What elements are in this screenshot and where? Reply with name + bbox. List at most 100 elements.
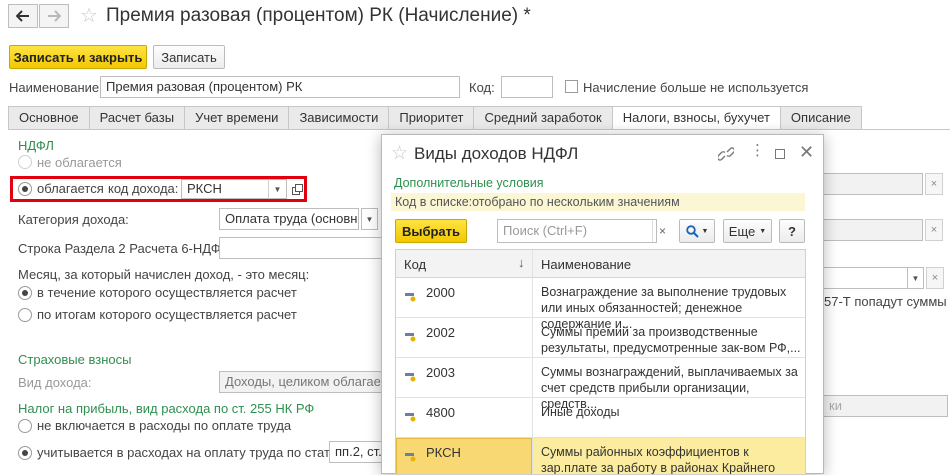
income-types-table: Код ↓ Наименование 2000 Вознаграждение з… (395, 249, 806, 475)
right-field-2[interactable] (823, 219, 923, 241)
dialog-title: Виды доходов НДФЛ (414, 144, 579, 163)
save-button[interactable]: Записать (153, 45, 225, 69)
column-separator (532, 250, 533, 277)
dialog-more-menu[interactable]: ⋮ (750, 142, 765, 159)
tab-base-calc[interactable]: Расчет базы (88, 106, 186, 130)
close-dialog-button[interactable]: ✕ (799, 142, 814, 163)
chevron-down-icon: ▼ (911, 273, 920, 283)
arrow-right-icon (48, 10, 61, 22)
not-taxed-label: не облагается (37, 155, 122, 170)
link-icon (716, 147, 736, 161)
not-taxed-radio[interactable] (18, 155, 32, 169)
income-code-dropdown[interactable]: ▼ (268, 179, 286, 199)
search-button[interactable]: ▼ (679, 219, 715, 243)
right-field-1-clear[interactable]: × (925, 173, 943, 195)
profit-not-included-radio[interactable] (18, 419, 32, 433)
name-input[interactable]: Премия разовая (процентом) РК (100, 76, 460, 98)
open-window-icon (291, 183, 303, 195)
table-row[interactable]: 2002 Суммы премий за производственные ре… (396, 318, 805, 358)
taxed-label: облагается (37, 181, 104, 196)
table-header: Код ↓ Наименование (396, 250, 805, 278)
column-separator (532, 278, 533, 317)
column-header-code[interactable]: Код (404, 257, 426, 272)
table-row-selected[interactable]: РКСН Суммы районных коэффициентов к зар.… (396, 438, 805, 475)
open-code-button[interactable] (289, 180, 305, 198)
extra-conditions-label: Дополнительные условия (394, 176, 544, 190)
filter-info-bar[interactable]: Код в списке:отобрано по нескольким знач… (391, 193, 805, 211)
insurance-income-type-label: Вид дохода: (18, 375, 92, 390)
close-icon: × (930, 224, 938, 236)
row-code: 4800 (426, 405, 455, 420)
profit-included-label: учитывается в расходах на оплату труда п… (37, 445, 348, 460)
help-button[interactable]: ? (779, 219, 805, 243)
tab-average-earnings[interactable]: Средний заработок (473, 106, 613, 130)
report-line-input[interactable] (219, 237, 384, 259)
vertical-dots-icon: ⋮ (750, 142, 765, 159)
tab-description[interactable]: Описание (779, 106, 862, 130)
code-label: Код: (469, 80, 495, 95)
tab-dependencies[interactable]: Зависимости (288, 106, 390, 130)
forward-button[interactable] (39, 4, 69, 28)
column-separator (532, 318, 533, 357)
maximize-button[interactable] (775, 149, 785, 159)
column-header-name[interactable]: Наименование (541, 257, 631, 272)
profit-article-input[interactable]: пп.2, ст.25 (329, 441, 384, 463)
catalog-item-icon (405, 333, 416, 342)
save-and-close-button[interactable]: Записать и закрыть (9, 45, 147, 69)
row-name: Иные доходы (541, 405, 620, 419)
income-code-label: код дохода: (108, 181, 179, 196)
taxed-radio[interactable] (18, 182, 32, 196)
tab-bar: Основное Расчет базы Учет времени Зависи… (8, 106, 862, 130)
search-input[interactable]: Поиск (Ctrl+F) (497, 219, 657, 243)
table-row[interactable]: 2003 Суммы вознаграждений, выплачиваемых… (396, 358, 805, 411)
link-button[interactable] (716, 147, 736, 164)
more-button-label: Еще (728, 223, 756, 239)
row-name: Суммы премий за производственные результ… (541, 325, 801, 355)
tab-divider (8, 129, 950, 130)
table-row[interactable]: 2000 Вознаграждение за выполнение трудов… (396, 278, 805, 331)
table-row[interactable]: 4800 Иные доходы (396, 398, 805, 438)
row-code: РКСН (426, 445, 461, 460)
back-button[interactable] (8, 4, 38, 28)
tab-time-accounting[interactable]: Учет времени (184, 106, 290, 130)
right-field-4[interactable]: ки (823, 395, 948, 417)
right-field-3[interactable] (823, 267, 908, 289)
row-code: 2000 (426, 285, 455, 300)
right-note-text: 57-Т попадут суммы (824, 294, 947, 309)
arrow-left-icon (16, 10, 29, 22)
tab-main[interactable]: Основное (8, 106, 90, 130)
sort-down-arrow-icon[interactable]: ↓ (518, 255, 525, 270)
tab-taxes[interactable]: Налоги, взносы, бухучет (611, 106, 781, 130)
month-option-current-radio[interactable] (18, 286, 32, 300)
profit-tax-section-title: Налог на прибыль, вид расхода по ст. 255… (18, 401, 315, 416)
ndfl-section-title: НДФЛ (18, 138, 54, 153)
code-input[interactable] (501, 76, 553, 98)
close-icon: ✕ (799, 142, 815, 162)
chevron-down-icon: ▼ (759, 227, 767, 235)
column-separator (532, 398, 533, 437)
right-field-3-clear[interactable]: × (926, 267, 944, 289)
column-separator (532, 358, 533, 397)
right-field-1[interactable] (823, 173, 923, 195)
insurance-income-type-input[interactable]: Доходы, целиком облагаемы (219, 371, 384, 393)
dialog-favorite-star-icon[interactable]: ☆ (391, 142, 408, 165)
profit-included-radio[interactable] (18, 446, 32, 460)
no-longer-used-label: Начисление больше не используется (583, 80, 809, 95)
no-longer-used-checkbox[interactable] (565, 80, 578, 93)
row-name: Суммы районных коэффициентов к зар.плате… (541, 445, 776, 475)
search-clear-button[interactable]: × (652, 220, 672, 242)
month-option-result-radio[interactable] (18, 308, 32, 322)
category-input[interactable]: Оплата труда (основная (219, 208, 359, 230)
right-field-2-clear[interactable]: × (925, 219, 943, 241)
select-button[interactable]: Выбрать (395, 219, 467, 243)
report-line-label: Строка Раздела 2 Расчета 6-НДФЛ: (18, 241, 233, 256)
right-field-3-dropdown[interactable]: ▼ (907, 267, 924, 289)
page-title: Премия разовая (процентом) РК (Начислени… (106, 5, 531, 26)
more-button[interactable]: Еще ▼ (723, 219, 772, 243)
tab-priority[interactable]: Приоритет (388, 106, 475, 130)
close-icon: × (931, 272, 939, 284)
favorite-star-icon[interactable]: ☆ (80, 3, 98, 28)
catalog-item-icon (405, 413, 416, 422)
category-dropdown[interactable]: ▼ (361, 208, 378, 230)
close-icon: × (930, 178, 938, 190)
